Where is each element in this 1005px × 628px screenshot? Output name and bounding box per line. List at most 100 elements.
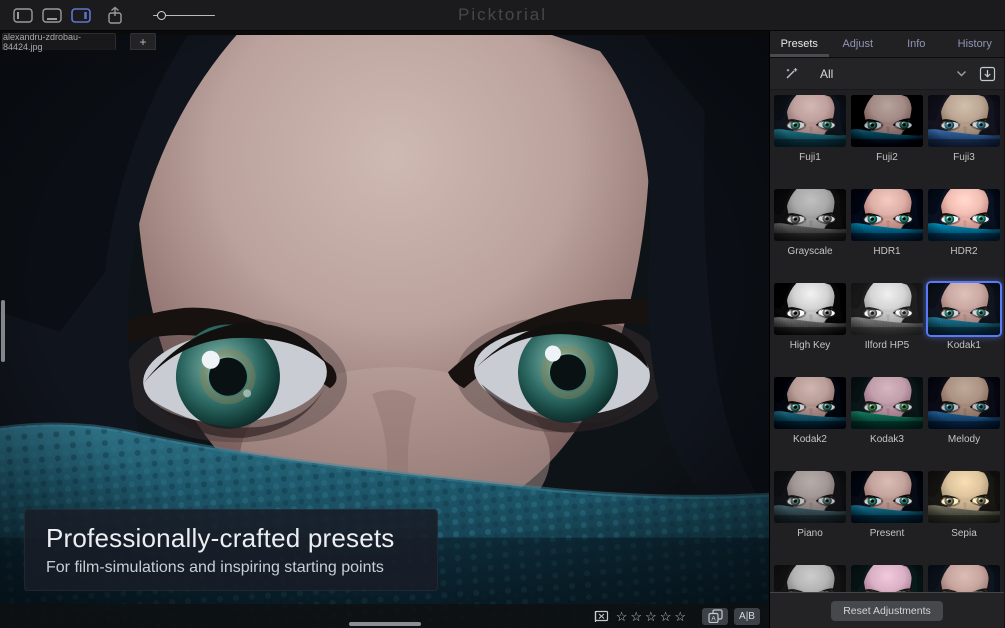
preset-item-hdr1[interactable]: HDR1 (851, 189, 923, 258)
tab-history[interactable]: History (946, 31, 1005, 57)
preset-item-fuji1[interactable]: Fuji1 (774, 95, 846, 164)
ab-compare-button[interactable]: A|B (734, 607, 760, 625)
preset-thumbnail[interactable] (928, 283, 1000, 335)
preset-label: Kodak2 (793, 434, 827, 445)
caption-title: Professionally-crafted presets (46, 523, 395, 553)
reset-adjustments-button[interactable]: Reset Adjustments (831, 600, 943, 621)
toggle-bottom-panel-button[interactable] (42, 7, 62, 23)
zoom-slider[interactable] (153, 8, 215, 22)
zoom-slider-knob[interactable] (157, 10, 166, 20)
preset-thumbnail[interactable] (851, 189, 923, 241)
preset-label: Sepia (951, 528, 977, 539)
caption-subtitle: For film-simulations and inspiring start… (46, 559, 384, 576)
preset-label: Melody (947, 434, 981, 445)
preset-label: High Key (789, 340, 831, 351)
share-button[interactable] (107, 6, 123, 25)
import-presets-button[interactable] (979, 66, 996, 82)
tab-info[interactable]: Info (887, 31, 946, 57)
preset-thumbnail[interactable] (928, 471, 1000, 523)
preset-item-ilford-hp5[interactable]: Ilford HP5 (851, 283, 923, 352)
preset-thumbnail[interactable] (774, 95, 846, 147)
bottom-panel-icon (42, 7, 62, 23)
preset-item-hdr2[interactable]: HDR2 (928, 189, 1000, 258)
import-icon (979, 66, 996, 81)
star-4[interactable]: ☆ (660, 610, 672, 623)
preset-thumbnail[interactable] (928, 565, 1000, 592)
preset-item-grayscale[interactable]: Grayscale (774, 189, 846, 258)
star-2[interactable]: ☆ (630, 610, 642, 623)
preset-thumbnail[interactable] (774, 565, 846, 592)
star-rating: ☆ ☆ ☆ ☆ ☆ (616, 610, 686, 623)
preset-category-dropdown[interactable]: All (820, 67, 956, 81)
app-window: Picktorial alexandru-zdrobau-84424.jpg +… (0, 0, 1005, 628)
preset-item-partial-3[interactable] (928, 565, 1000, 592)
star-3[interactable]: ☆ (645, 610, 657, 623)
tab-adjust[interactable]: Adjust (829, 31, 888, 57)
preset-label: Kodak3 (870, 434, 904, 445)
compare-original-icon: A (707, 609, 723, 623)
preset-label: Grayscale (787, 246, 833, 257)
panel-toggle-group (13, 7, 91, 23)
preset-thumbnail[interactable] (851, 283, 923, 335)
top-toolbar: Picktorial (0, 0, 1005, 31)
toggle-left-panel-button[interactable] (13, 7, 33, 23)
app-title: Picktorial (458, 5, 547, 24)
left-panel-icon (13, 7, 33, 23)
preset-thumbnail[interactable] (774, 471, 846, 523)
preset-label: Fuji2 (876, 152, 898, 163)
preset-item-sepia[interactable]: Sepia (928, 471, 1000, 540)
preset-filter-row: All (770, 58, 1004, 90)
preset-intro-caption: Professionally-crafted presets For film-… (24, 509, 438, 591)
svg-text:A: A (711, 616, 716, 623)
right-panel-icon-active (71, 7, 91, 23)
reject-flag-button[interactable] (594, 610, 610, 623)
preset-item-melody[interactable]: Melody (928, 377, 1000, 446)
document-tab[interactable]: alexandru-zdrobau-84424.jpg (2, 32, 116, 52)
preset-label: Kodak1 (947, 340, 981, 351)
preset-item-present[interactable]: Present (851, 471, 923, 540)
preset-item-kodak1-selected[interactable]: Kodak1 (928, 283, 1000, 352)
preset-label: HDR2 (950, 246, 978, 257)
preset-label: Piano (797, 528, 823, 539)
preset-thumbnail[interactable] (774, 377, 846, 429)
sidebar-footer: Reset Adjustments (770, 592, 1004, 628)
left-panel-drag-handle[interactable] (1, 300, 5, 362)
preset-item-partial-1[interactable] (774, 565, 846, 592)
tab-presets[interactable]: Presets (770, 31, 829, 57)
right-sidebar: Presets Adjust Info History All Fuji1 Fu… (770, 31, 1004, 628)
horizontal-scroll-indicator[interactable] (349, 622, 421, 626)
preset-grid: Fuji1 Fuji2 Fuji3 Grayscale HDR1 HDR2 Hi… (770, 90, 1004, 592)
star-5[interactable]: ☆ (674, 610, 686, 623)
magic-wand-icon (786, 68, 798, 79)
preset-item-high-key[interactable]: High Key (774, 283, 846, 352)
toggle-right-panel-button[interactable] (71, 7, 91, 23)
show-original-button[interactable]: A (702, 607, 728, 625)
preset-label: Present (869, 528, 905, 539)
preset-thumbnail[interactable] (851, 565, 923, 592)
star-1[interactable]: ☆ (616, 610, 628, 623)
preset-label: HDR1 (873, 246, 901, 257)
preset-item-fuji3[interactable]: Fuji3 (928, 95, 1000, 164)
preset-item-piano[interactable]: Piano (774, 471, 846, 540)
preset-thumbnail[interactable] (774, 283, 846, 335)
preset-thumbnail[interactable] (928, 377, 1000, 429)
preset-thumbnail[interactable] (851, 471, 923, 523)
preset-thumbnail[interactable] (774, 189, 846, 241)
preset-label: Fuji3 (953, 152, 975, 163)
sidebar-tab-bar: Presets Adjust Info History (770, 31, 1004, 58)
preset-thumbnail[interactable] (851, 95, 923, 147)
preset-thumbnail[interactable] (851, 377, 923, 429)
photo-canvas: alexandru-zdrobau-84424.jpg + Profession… (0, 31, 770, 628)
new-tab-button[interactable]: + (130, 33, 156, 50)
preset-item-fuji2[interactable]: Fuji2 (851, 95, 923, 164)
preset-thumbnail[interactable] (928, 95, 1000, 147)
preset-thumbnail[interactable] (928, 189, 1000, 241)
preset-label: Ilford HP5 (864, 340, 910, 351)
document-tab-bar: alexandru-zdrobau-84424.jpg + (2, 32, 156, 52)
preset-item-partial-2[interactable] (851, 565, 923, 592)
preset-item-kodak2[interactable]: Kodak2 (774, 377, 846, 446)
reject-flag-icon (594, 610, 608, 622)
chevron-down-icon[interactable] (956, 70, 967, 77)
auto-preset-button[interactable] (784, 66, 799, 81)
preset-item-kodak3[interactable]: Kodak3 (851, 377, 923, 446)
